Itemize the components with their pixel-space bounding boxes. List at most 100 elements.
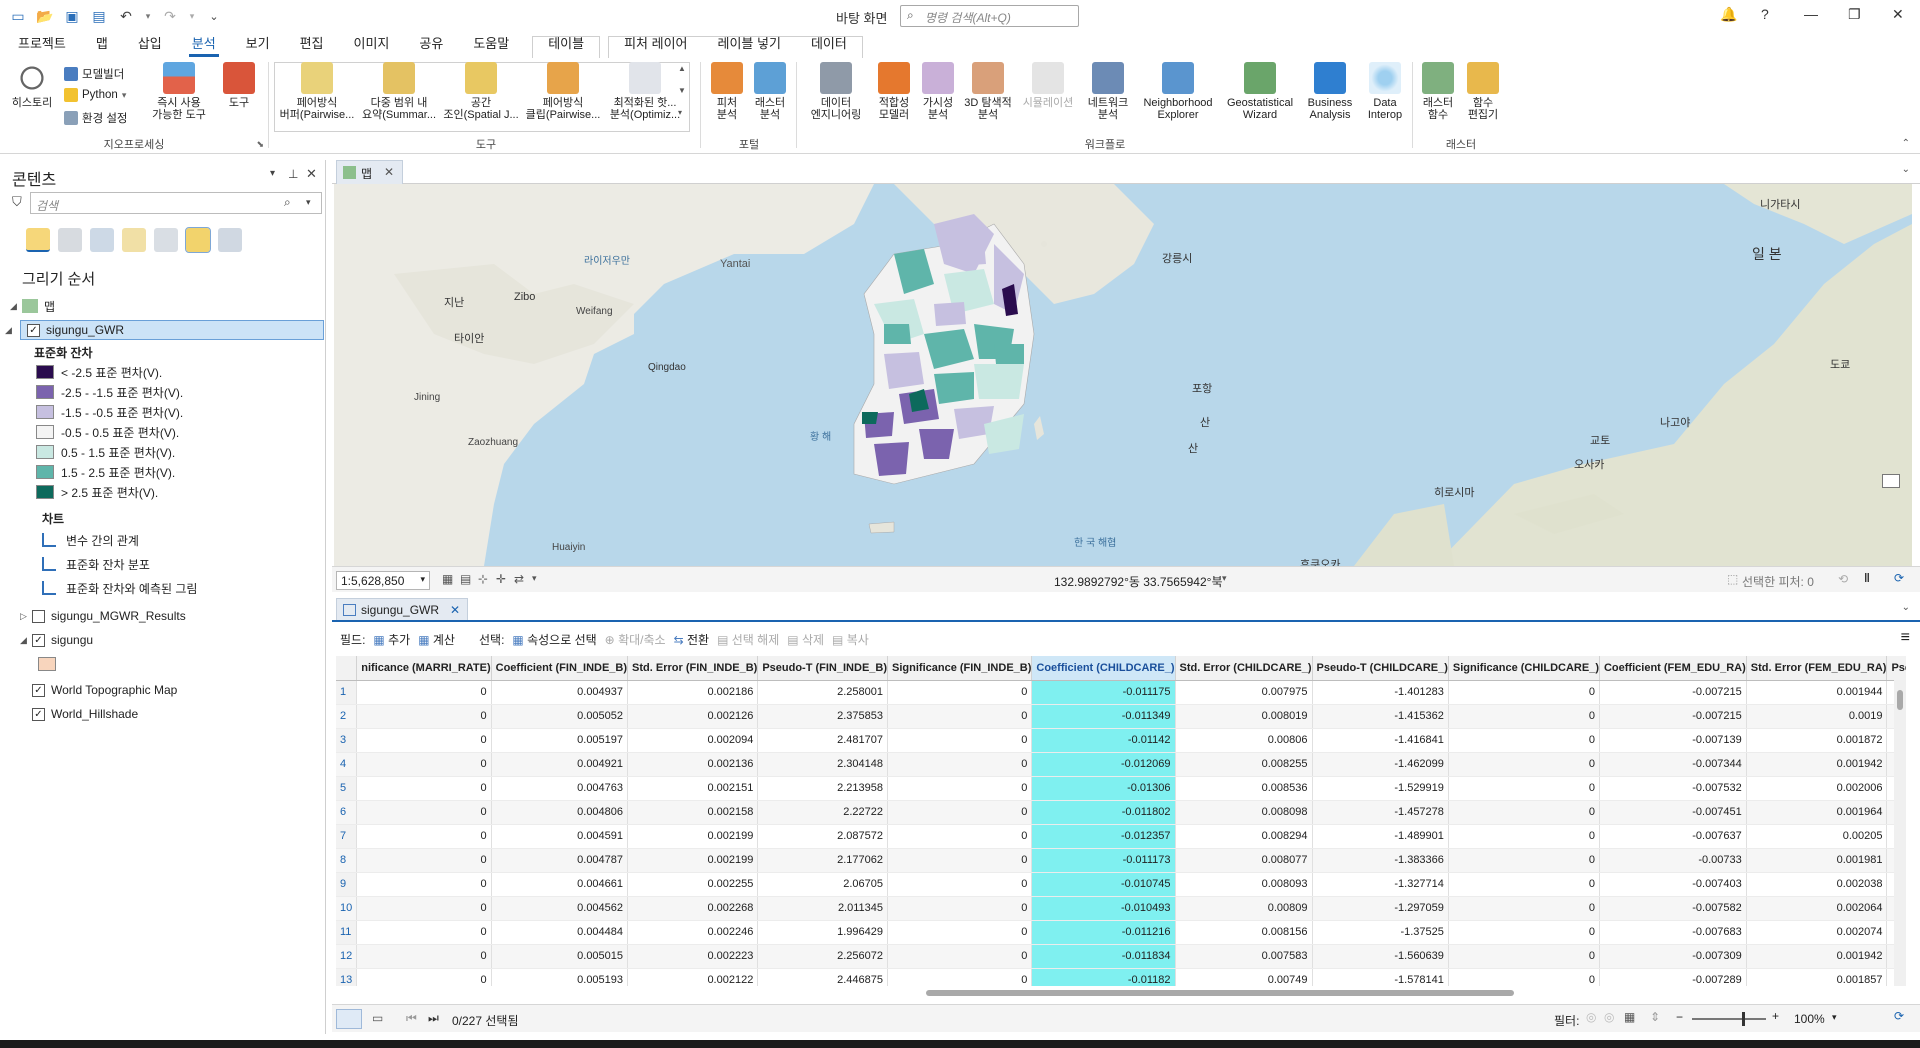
table-cell[interactable]: -0.011173 (1031, 848, 1176, 873)
table-cell[interactable]: 0 (356, 728, 492, 753)
status-options-icon[interactable]: ▾ (532, 573, 537, 584)
table-cell[interactable]: 0.002246 (627, 920, 759, 945)
tree-map[interactable]: ◢ 맵 (0, 296, 326, 316)
column-header[interactable]: Significance (CHILDCARE_) (1448, 656, 1600, 681)
table-cell[interactable]: 0.002158 (627, 800, 759, 825)
column-header[interactable]: Std. Error (FEM_EDU_RA) (1746, 656, 1888, 681)
filter-table-icon[interactable]: ▦ (1624, 1010, 1635, 1024)
tab-table-view[interactable]: sigungu_GWR ✕ (336, 598, 469, 620)
layer-visibility-checkbox[interactable]: ✓ (32, 683, 45, 697)
close-icon[interactable]: ✕ (1892, 6, 1904, 23)
table-cell[interactable]: 0.008019 (1175, 704, 1313, 729)
table-cell[interactable]: 0.00806 (1175, 728, 1313, 753)
table-cell[interactable]: 0.001981 (1746, 848, 1888, 873)
row-number-cell[interactable]: 13 (336, 968, 358, 986)
layer-visibility-checkbox[interactable]: ✓ (32, 633, 45, 647)
zoom-out-icon[interactable]: − (1676, 1010, 1683, 1024)
table-cell[interactable]: 0.001857 (1746, 968, 1888, 986)
table-cell[interactable]: 0 (887, 968, 1033, 986)
tab-table[interactable]: 테이블 (533, 33, 599, 58)
vertical-scrollbar[interactable] (1894, 680, 1906, 986)
suitability-modeler-button[interactable]: 적합성 모델러 (872, 62, 916, 121)
column-header[interactable]: Pseudo-T (CHILDCARE_) (1312, 656, 1449, 681)
table-cell[interactable]: 2.177062 (757, 848, 889, 873)
table-cell[interactable]: 0.005052 (491, 704, 629, 729)
column-header[interactable]: Coefficient (FIN_INDE_B) (491, 656, 629, 681)
neighborhood-explorer-button[interactable]: Neighborhood Explorer (1136, 62, 1220, 121)
table-cell[interactable]: 2.256072 (757, 944, 889, 969)
table-cell[interactable]: 0 (887, 920, 1033, 945)
table-cell[interactable]: 0 (1448, 800, 1600, 825)
table-cell[interactable]: 2.446875 (757, 968, 889, 986)
table-cell[interactable]: 0.004661 (491, 872, 629, 897)
restore-icon[interactable]: ❐ (1848, 6, 1861, 23)
table-cell[interactable]: -1.401283 (1312, 680, 1449, 705)
gallery-scroll-down-icon[interactable]: ▼ (678, 86, 686, 95)
table-cell[interactable]: 0 (1448, 968, 1600, 986)
row-number-cell[interactable]: 9 (336, 872, 358, 897)
function-editor-button[interactable]: 함수 편집기 (1460, 62, 1506, 121)
layer-visibility-checkbox[interactable]: ✓ (27, 323, 40, 337)
contents-search-input[interactable]: 검색 (30, 192, 322, 214)
table-cell[interactable]: -1.457278 (1312, 800, 1449, 825)
table-cell[interactable]: -0.007139 (1599, 728, 1747, 753)
collapse-icon[interactable]: ◢ (10, 301, 22, 312)
column-header[interactable]: nificance (MARRI_RATE) (356, 656, 492, 681)
table-cell[interactable]: -0.007403 (1599, 872, 1747, 897)
table-cell[interactable]: -0.010745 (1031, 872, 1176, 897)
table-cell[interactable]: -0.007451 (1599, 800, 1747, 825)
exploratory-3d-button[interactable]: 3D 탐색적 분석 (960, 62, 1016, 121)
list-by-snapping-icon[interactable] (154, 228, 178, 252)
tab-map[interactable]: 맵 (81, 33, 123, 58)
row-number-cell[interactable]: 5 (336, 776, 358, 801)
pause-icon[interactable]: ‖ (1864, 571, 1870, 585)
table-row[interactable]: 8 0 0.004787 0.002199 2.177062 0 -0.011173 0.00… (336, 848, 1906, 873)
table-cell[interactable]: 2.304148 (757, 752, 889, 777)
table-cell[interactable]: 2.06705 (757, 872, 889, 897)
table-cell[interactable]: -1.415362 (1312, 704, 1449, 729)
list-by-labeling-icon[interactable] (185, 227, 211, 253)
raster-functions-button[interactable]: 래스터 함수 (1416, 62, 1460, 121)
table-cell[interactable]: 2.011345 (757, 896, 889, 921)
navigation-icon[interactable]: ⇄ (514, 572, 524, 586)
expand-icon[interactable]: ▷ (20, 611, 32, 622)
row-number-cell[interactable]: 2 (336, 704, 358, 729)
table-cell[interactable]: -0.007309 (1599, 944, 1747, 969)
first-record-icon[interactable]: ⏮ (406, 1011, 417, 1026)
symbol-swatch[interactable] (38, 657, 56, 671)
row-number-cell[interactable]: 10 (336, 896, 358, 921)
select-by-attributes-button[interactable]: ▦ 속성으로 선택 (512, 631, 596, 648)
save-as-icon[interactable]: ▤ (90, 7, 108, 25)
table-cell[interactable]: 0.002223 (627, 944, 759, 969)
table-cell[interactable]: 0.002094 (627, 728, 759, 753)
table-cell[interactable]: 0.008255 (1175, 752, 1313, 777)
table-cell[interactable]: 0.004763 (491, 776, 629, 801)
layer-visibility-checkbox[interactable] (32, 609, 45, 623)
table-cell[interactable]: 0 (887, 680, 1033, 705)
table-cell[interactable]: 0.008294 (1175, 824, 1313, 849)
table-cell[interactable]: 0.007975 (1175, 680, 1313, 705)
table-cell[interactable]: -1.560639 (1312, 944, 1449, 969)
dialog-launcher-icon[interactable]: ⬊ (256, 139, 264, 150)
column-header[interactable]: Std. Error (CHILDCARE_) (1175, 656, 1313, 681)
pin-icon[interactable]: ⊥ (288, 167, 298, 181)
python-dropdown-icon[interactable]: ▾ (122, 90, 127, 101)
notification-icon[interactable]: 🔔 (1720, 6, 1737, 23)
list-by-perspective-imagery-icon[interactable] (218, 228, 242, 252)
table-cell[interactable]: 0 (887, 704, 1033, 729)
add-field-button[interactable]: ▦ 추가 (373, 631, 410, 648)
table-menu-icon[interactable]: ≡ (1901, 629, 1910, 647)
table-cell[interactable]: -1.462099 (1312, 752, 1449, 777)
table-cell[interactable]: -0.012357 (1031, 824, 1176, 849)
redo-icon[interactable]: ↷ (161, 7, 179, 25)
table-row[interactable]: 7 0 0.004591 0.002199 2.087572 0 -0.012357 0.00… (336, 824, 1906, 849)
filter-icon[interactable]: ⛉ (12, 194, 22, 210)
layer-visibility-checkbox[interactable]: ✓ (32, 707, 45, 721)
map-canvas[interactable]: 라이저우만 Yantai 지난 Zibo Weifang 타이안 Qingdao… (334, 184, 1912, 566)
minimize-icon[interactable]: — (1804, 6, 1818, 22)
table-cell[interactable]: 0 (356, 920, 492, 945)
legend-item[interactable]: > 2.5 표준 편차(V). (0, 482, 326, 502)
table-row[interactable]: 10 0 0.004562 0.002268 2.011345 0 -0.010493 0.0… (336, 896, 1906, 921)
table-cell[interactable]: 0.008098 (1175, 800, 1313, 825)
crosshair-icon[interactable]: ✛ (496, 572, 506, 586)
